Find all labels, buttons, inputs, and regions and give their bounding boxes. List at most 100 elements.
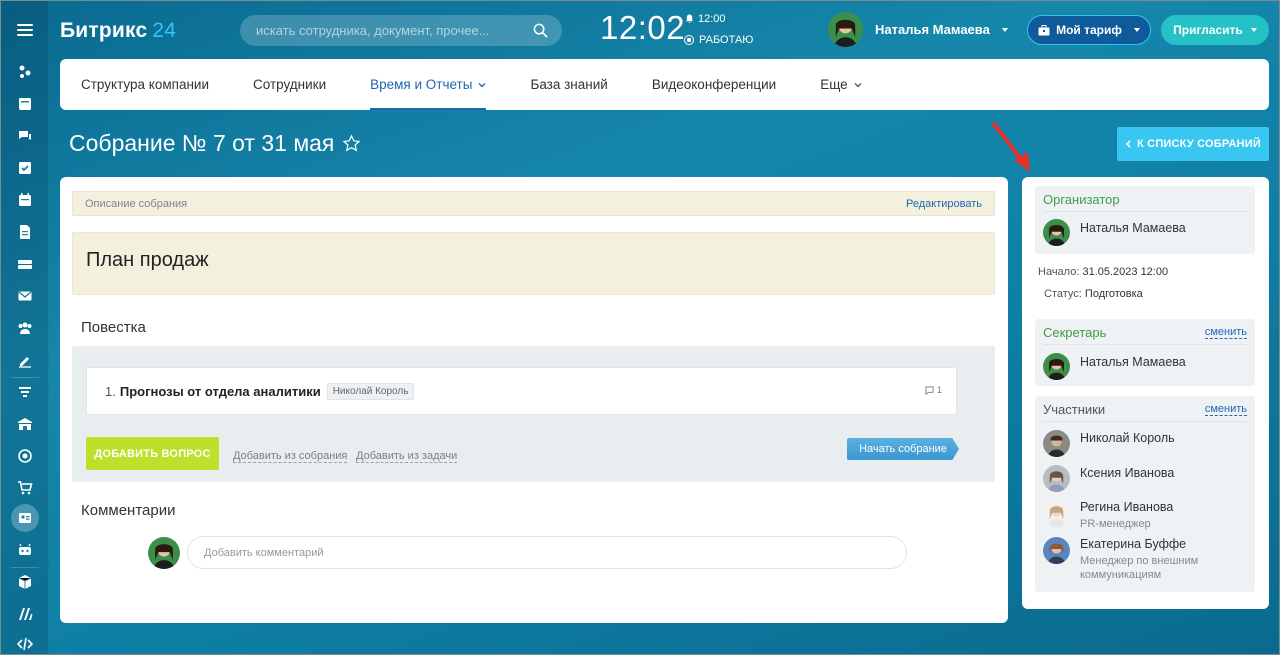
participant-item[interactable]: Николай Король: [1035, 430, 1255, 457]
meetings-icon[interactable]: [11, 504, 39, 532]
app-logo[interactable]: Битрикс 24: [60, 19, 176, 43]
invite-button[interactable]: Пригласить: [1161, 15, 1269, 45]
description-text: План продаж: [72, 232, 995, 295]
agenda-heading: Повестка: [81, 319, 146, 336]
work-status[interactable]: РАБОТАЮ: [684, 34, 753, 46]
user-menu[interactable]: Наталья Мамаева: [828, 12, 1008, 47]
invite-label: Пригласить: [1173, 23, 1243, 37]
add-from-task-link[interactable]: Добавить из задачи: [356, 450, 458, 463]
description-header-label: Описание собрания: [85, 197, 188, 210]
chat-icon[interactable]: [9, 122, 41, 150]
search-bar[interactable]: [240, 15, 562, 46]
agenda-box: 1. Прогнозы от отдела аналитики Николай …: [72, 346, 995, 482]
participant-item[interactable]: Екатерина Буффе Менеджер по внешним комм…: [1035, 537, 1255, 582]
edit-link[interactable]: Редактировать: [906, 198, 982, 210]
description-header: Описание собрания Редактировать: [72, 191, 995, 216]
work-status-label: РАБОТАЮ: [699, 34, 754, 46]
person-name: Регина Иванова: [1080, 500, 1174, 514]
alarm[interactable]: 12:00: [685, 13, 726, 25]
agenda-item[interactable]: 1. Прогнозы от отдела аналитики Николай …: [86, 367, 957, 415]
briefcase-icon: [1038, 24, 1050, 35]
comments-heading: Комментарии: [81, 502, 176, 519]
status-info: Статус: Подготовка: [1044, 288, 1143, 300]
avatar: [1043, 219, 1070, 246]
tariff-button[interactable]: Мой тариф: [1027, 15, 1151, 45]
star-icon[interactable]: [342, 134, 361, 153]
person-name: Ксения Иванова: [1080, 466, 1175, 480]
chevron-down-icon: [1133, 28, 1140, 32]
comment-row: Добавить комментарий: [148, 536, 907, 569]
sign-icon[interactable]: [9, 346, 41, 374]
change-secretary-link[interactable]: сменить: [1204, 326, 1247, 339]
add-from-meeting-link[interactable]: Добавить из собрания: [233, 450, 348, 463]
top-navigation: Структура компании Сотрудники Время и От…: [60, 59, 1269, 110]
user-name: Наталья Мамаева: [875, 22, 990, 37]
nav-item-videoconferences[interactable]: Видеоконференции: [652, 59, 776, 110]
nav-item-more[interactable]: Еще: [820, 59, 862, 110]
start-meeting-button[interactable]: Начать собрание: [847, 438, 959, 460]
market-icon[interactable]: [9, 600, 41, 628]
responsible-badge[interactable]: Николай Король: [326, 382, 415, 400]
document-icon[interactable]: [9, 218, 41, 246]
menu-icon[interactable]: [1, 0, 49, 60]
person-name: Наталья Мамаева: [1080, 221, 1186, 235]
avatar: [1043, 500, 1070, 527]
participant-item[interactable]: Ксения Иванова: [1035, 465, 1255, 492]
secretary-box: Секретарь сменить Наталья Мамаева: [1035, 319, 1255, 386]
search-input[interactable]: [256, 23, 533, 38]
stop-icon: [684, 35, 694, 45]
person-name: Наталья Мамаева: [1080, 355, 1186, 369]
company-icon[interactable]: [9, 410, 41, 438]
chevron-down-icon: [1001, 27, 1008, 32]
target-icon[interactable]: [9, 442, 41, 470]
chevron-down-icon: [478, 82, 486, 87]
person-role: Менеджер по внешним коммуникациям: [1080, 555, 1199, 581]
secretary-person[interactable]: Наталья Мамаева: [1035, 353, 1255, 380]
search-icon[interactable]: [533, 23, 548, 38]
tariff-label: Мой тариф: [1056, 23, 1122, 37]
person-name: Николай Король: [1080, 431, 1175, 445]
meeting-info-panel: Организатор Наталья Мамаева Начало: 31.0…: [1022, 177, 1269, 609]
avatar: [148, 536, 180, 569]
feed-icon[interactable]: [9, 58, 41, 86]
comment-count[interactable]: 1: [925, 385, 942, 395]
nav-item-employees[interactable]: Сотрудники: [253, 59, 326, 110]
chevron-down-icon: [1250, 28, 1257, 32]
page-title-text: Собрание № 7 от 31 мая: [69, 130, 335, 156]
add-question-button[interactable]: ДОБАВИТЬ ВОПРОС: [86, 437, 219, 470]
mail-icon[interactable]: [9, 282, 41, 310]
chevron-left-icon: [1125, 140, 1131, 148]
nav-item-knowledge-base[interactable]: База знаний: [530, 59, 607, 110]
clock[interactable]: 12:02: [600, 9, 685, 47]
start-info: Начало: 31.05.2023 12:00: [1038, 266, 1169, 278]
page-title: Собрание № 7 от 31 мая: [69, 130, 361, 157]
calendar-icon[interactable]: [9, 186, 41, 214]
avatar: [1043, 465, 1070, 492]
news-icon[interactable]: [9, 90, 41, 118]
secretary-heading: Секретарь: [1043, 325, 1107, 340]
bot-icon[interactable]: [9, 536, 41, 564]
comment-icon: [925, 385, 934, 395]
organizer-box: Организатор Наталья Мамаева: [1035, 186, 1255, 254]
drive-icon[interactable]: [9, 250, 41, 278]
tasks-icon[interactable]: [9, 154, 41, 182]
organizer-person[interactable]: Наталья Мамаева: [1035, 219, 1255, 246]
back-to-list-button[interactable]: К СПИСКУ СОБРАНИЙ: [1117, 127, 1269, 161]
alarm-time: 12:00: [698, 13, 726, 25]
person-name: Екатерина Буффе: [1080, 537, 1187, 551]
comment-input[interactable]: Добавить комментарий: [187, 536, 907, 569]
avatar: [1043, 537, 1070, 564]
person-role: PR-менеджер: [1080, 518, 1151, 530]
bell-icon: [685, 14, 694, 24]
change-participants-link[interactable]: сменить: [1204, 403, 1247, 416]
cart-icon[interactable]: [9, 474, 41, 502]
participant-item[interactable]: Регина Иванова PR-менеджер: [1035, 500, 1255, 531]
groups-icon[interactable]: [9, 314, 41, 342]
nav-item-time-reports[interactable]: Время и Отчеты: [370, 59, 487, 110]
participants-heading: Участники: [1043, 402, 1106, 417]
developer-icon[interactable]: [9, 630, 41, 655]
crm-filter-icon[interactable]: [9, 378, 41, 406]
avatar: [1043, 353, 1070, 380]
box-icon[interactable]: [9, 568, 41, 596]
nav-item-structure[interactable]: Структура компании: [81, 59, 209, 110]
